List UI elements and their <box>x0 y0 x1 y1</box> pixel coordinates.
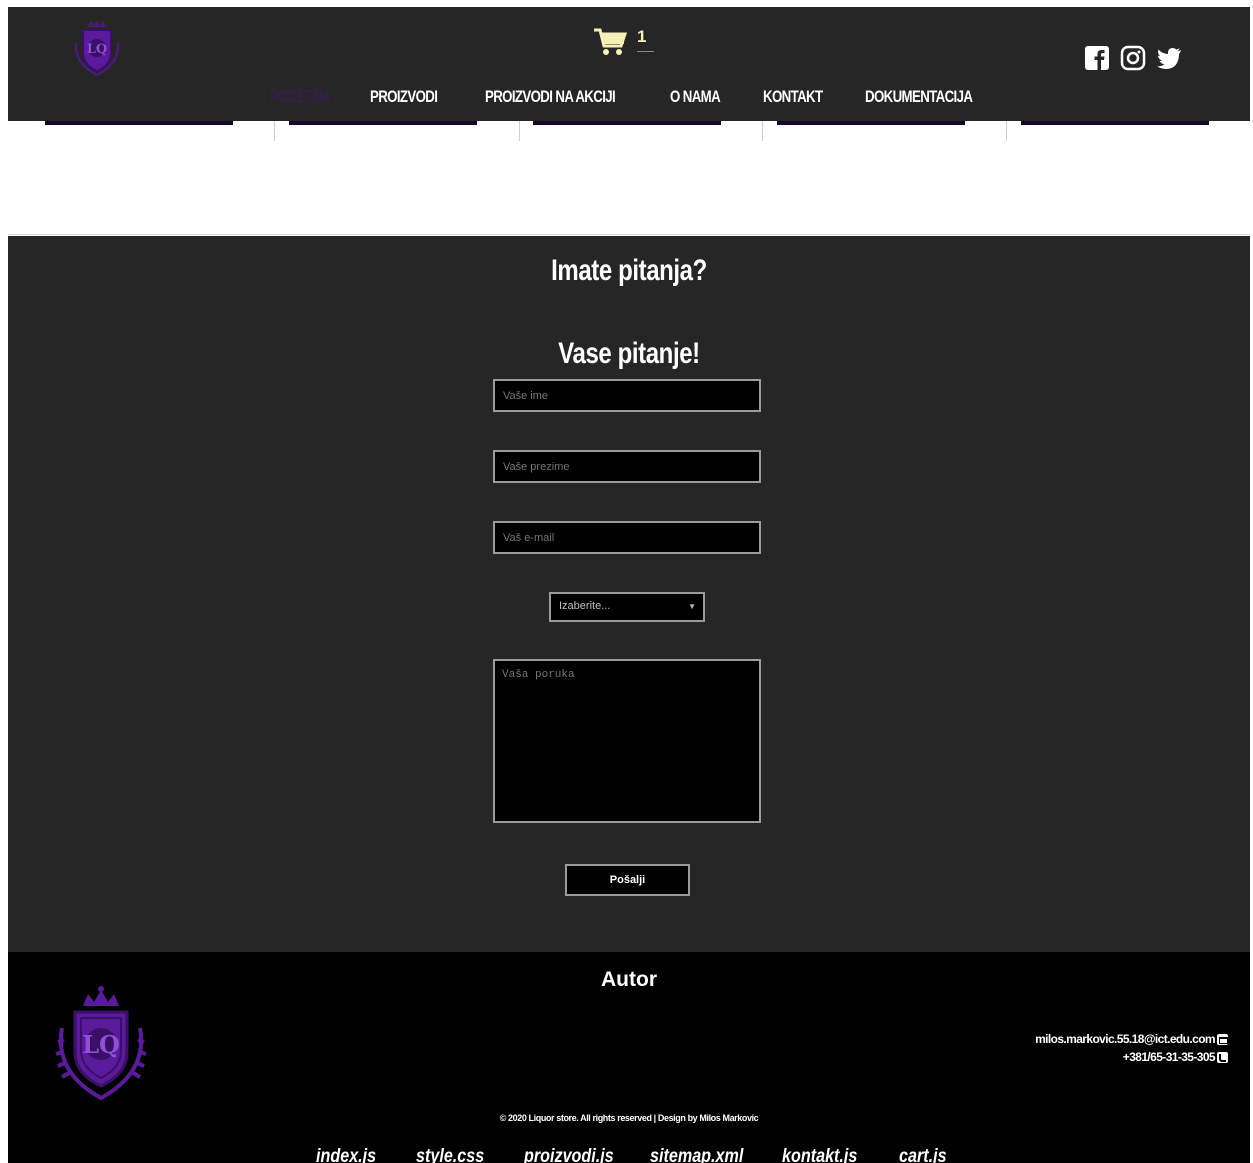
cart-icon[interactable] <box>593 27 627 57</box>
product-card-bottom <box>45 121 233 125</box>
social-links <box>1084 45 1182 71</box>
email-input[interactable] <box>493 521 761 554</box>
doc-link-kontakt-js[interactable]: kontakt.js <box>782 1146 881 1163</box>
doc-link-proizvodi-js[interactable]: proizvodi.js <box>524 1146 631 1163</box>
product-card-bottom <box>1021 121 1209 125</box>
topic-select-value: Izaberite... <box>559 600 611 612</box>
nav-item-kontakt[interactable]: KONTAKT <box>763 87 843 107</box>
footer-heading: Autor <box>601 968 657 991</box>
cart-count-badge[interactable]: 1 <box>637 27 655 52</box>
nav-item-pocetna[interactable]: POCETNA <box>270 87 348 107</box>
instagram-icon[interactable] <box>1120 45 1146 71</box>
nav-item-proizvodi-na-akciji[interactable]: PROIZVODI NA AKCIJI <box>485 87 629 107</box>
svg-text:LQ: LQ <box>87 42 107 57</box>
svg-text:LQ: LQ <box>82 1030 120 1059</box>
last-name-input[interactable] <box>493 450 761 483</box>
copyright-text: © 2020 Liquor store. All rights reserved… <box>499 1113 759 1123</box>
email-row: milos.markovic.55.18@ict.edu.com <box>1035 1030 1228 1048</box>
message-textarea[interactable] <box>493 659 761 823</box>
nav-item-proizvodi[interactable]: PROIZVODI <box>370 87 460 107</box>
cart[interactable]: 1 <box>593 27 655 57</box>
contact-title: Imate pitanja? <box>551 254 707 287</box>
divider <box>762 121 763 141</box>
facebook-icon[interactable] <box>1084 45 1110 71</box>
product-card-bottom <box>289 121 477 125</box>
product-strip <box>8 121 1250 235</box>
product-card-bottom <box>777 121 965 125</box>
twitter-icon[interactable] <box>1156 45 1182 71</box>
submit-button[interactable]: Pošalji <box>565 864 690 896</box>
first-name-input[interactable] <box>493 379 761 412</box>
divider <box>519 121 520 141</box>
nav-item-dokumentacija[interactable]: DOKUMENTACIJA <box>865 87 982 107</box>
divider <box>1006 121 1007 141</box>
nav-item-o-nama[interactable]: O NAMA <box>670 87 743 107</box>
mail-icon <box>1217 1033 1228 1045</box>
site-footer: Autor LQ milos.markovic.55.18@ict.edu.co… <box>8 952 1250 1163</box>
doc-link-cart-js[interactable]: cart.js <box>899 1146 950 1163</box>
author-contact: milos.markovic.55.18@ict.edu.com +381/65… <box>1035 1030 1228 1066</box>
doc-link-style-css[interactable]: style.css <box>416 1146 508 1163</box>
chevron-down-icon: ▼ <box>688 602 696 611</box>
doc-link-index-js[interactable]: index.js <box>316 1146 401 1163</box>
main-nav: POCETNA PROIZVODI PROIZVODI NA AKCIJI O … <box>270 87 1015 107</box>
topic-select[interactable]: Izaberite... ▼ <box>549 592 705 622</box>
logo-icon: LQ <box>48 982 154 1104</box>
phone-row: +381/65-31-35-305 <box>1035 1048 1228 1066</box>
divider <box>274 121 275 141</box>
site-header: LQ 1 POCETNA PROIZVODI PROIZVODI NA AKCI… <box>8 7 1250 121</box>
form-title: Vase pitanje! <box>558 337 700 370</box>
author-phone[interactable]: +381/65-31-35-305 <box>1123 1048 1216 1066</box>
documentation-links: index.js style.css proizvodi.js sitemap.… <box>316 1146 959 1163</box>
logo-icon[interactable]: LQ <box>70 19 124 79</box>
product-card-bottom <box>533 121 721 125</box>
author-email[interactable]: milos.markovic.55.18@ict.edu.com <box>1035 1030 1216 1048</box>
doc-link-sitemap-xml[interactable]: sitemap.xml <box>650 1146 762 1163</box>
contact-section: Imate pitanja? Vase pitanje! Izaberite..… <box>8 236 1250 952</box>
phone-icon <box>1217 1051 1228 1063</box>
